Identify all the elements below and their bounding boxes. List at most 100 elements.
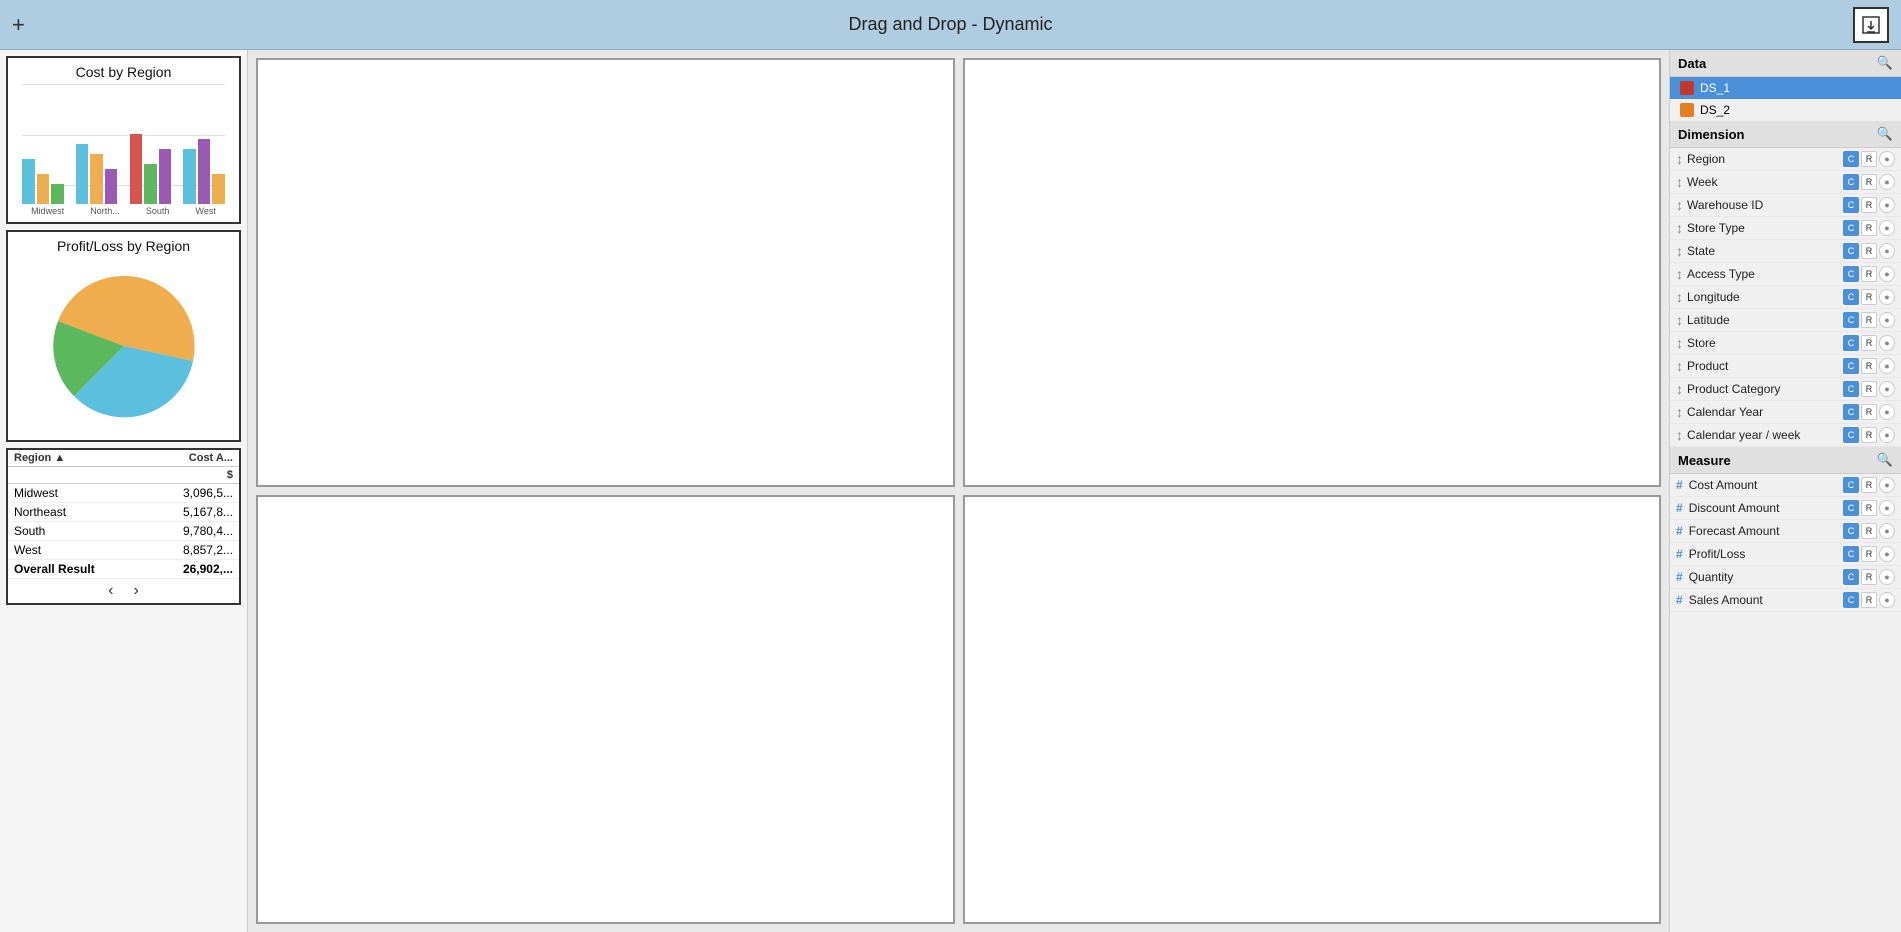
- dimension-buttons: CR●: [1843, 289, 1895, 305]
- options-button[interactable]: ●: [1879, 243, 1895, 259]
- add-button[interactable]: +: [12, 12, 25, 38]
- table-next-button[interactable]: ›: [134, 582, 139, 600]
- column-button[interactable]: C: [1843, 358, 1859, 374]
- datasource-item-ds_2[interactable]: DS_2: [1670, 99, 1901, 121]
- drag-handle-icon[interactable]: ↕: [1676, 151, 1683, 167]
- row-button[interactable]: R: [1861, 243, 1877, 259]
- measure-options-button[interactable]: ●: [1879, 477, 1895, 493]
- row-button[interactable]: R: [1861, 427, 1877, 443]
- drop-zone-4[interactable]: [963, 495, 1662, 924]
- column-button[interactable]: C: [1843, 289, 1859, 305]
- drag-handle-icon[interactable]: ↕: [1676, 404, 1683, 420]
- column-button[interactable]: C: [1843, 220, 1859, 236]
- options-button[interactable]: ●: [1879, 358, 1895, 374]
- measure-column-button[interactable]: C: [1843, 546, 1859, 562]
- dimension-item: ↕RegionCR●: [1670, 148, 1901, 171]
- row-button[interactable]: R: [1861, 289, 1877, 305]
- drag-handle-icon[interactable]: ↕: [1676, 220, 1683, 236]
- drop-zone-1[interactable]: [256, 58, 955, 487]
- options-button[interactable]: ●: [1879, 220, 1895, 236]
- options-button[interactable]: ●: [1879, 381, 1895, 397]
- drag-handle-icon[interactable]: ↕: [1676, 197, 1683, 213]
- drag-handle-icon[interactable]: ↕: [1676, 312, 1683, 328]
- options-button[interactable]: ●: [1879, 289, 1895, 305]
- row-button[interactable]: R: [1861, 381, 1877, 397]
- drop-zone-2[interactable]: [963, 58, 1662, 487]
- drag-handle-icon[interactable]: ↕: [1676, 289, 1683, 305]
- data-search-button[interactable]: 🔍: [1877, 55, 1893, 71]
- dimension-item: ↕Calendar YearCR●: [1670, 401, 1901, 424]
- measure-row-button[interactable]: R: [1861, 477, 1877, 493]
- column-button[interactable]: C: [1843, 427, 1859, 443]
- drag-handle-icon[interactable]: ↕: [1676, 381, 1683, 397]
- column-button[interactable]: C: [1843, 335, 1859, 351]
- drag-handle-icon[interactable]: ↕: [1676, 266, 1683, 282]
- options-button[interactable]: ●: [1879, 197, 1895, 213]
- column-button[interactable]: C: [1843, 243, 1859, 259]
- measure-options-button[interactable]: ●: [1879, 523, 1895, 539]
- measure-label: Profit/Loss: [1689, 547, 1839, 561]
- measure-item: #Sales AmountCR●: [1670, 589, 1901, 612]
- options-button[interactable]: ●: [1879, 151, 1895, 167]
- bar: [212, 174, 225, 204]
- measure-row-button[interactable]: R: [1861, 569, 1877, 585]
- options-button[interactable]: ●: [1879, 266, 1895, 282]
- measure-row-button[interactable]: R: [1861, 592, 1877, 608]
- row-button[interactable]: R: [1861, 174, 1877, 190]
- header: + Drag and Drop - Dynamic: [0, 0, 1901, 50]
- dimension-search-button[interactable]: 🔍: [1877, 126, 1893, 142]
- measure-buttons: CR●: [1843, 546, 1895, 562]
- measure-row-button[interactable]: R: [1861, 546, 1877, 562]
- column-button[interactable]: C: [1843, 404, 1859, 420]
- dimension-buttons: CR●: [1843, 266, 1895, 282]
- measure-options-button[interactable]: ●: [1879, 569, 1895, 585]
- row-button[interactable]: R: [1861, 358, 1877, 374]
- table-prev-button[interactable]: ‹: [108, 582, 113, 600]
- measure-column-button[interactable]: C: [1843, 569, 1859, 585]
- row-button[interactable]: R: [1861, 151, 1877, 167]
- dimension-label: Product Category: [1687, 382, 1839, 396]
- measure-column-button[interactable]: C: [1843, 592, 1859, 608]
- column-button[interactable]: C: [1843, 312, 1859, 328]
- measure-row-button[interactable]: R: [1861, 500, 1877, 516]
- drag-handle-icon[interactable]: ↕: [1676, 174, 1683, 190]
- drag-handle-icon[interactable]: ↕: [1676, 243, 1683, 259]
- drag-handle-icon[interactable]: ↕: [1676, 358, 1683, 374]
- options-button[interactable]: ●: [1879, 335, 1895, 351]
- datasource-item-ds_1[interactable]: DS_1: [1670, 77, 1901, 99]
- options-button[interactable]: ●: [1879, 174, 1895, 190]
- bar: [105, 169, 118, 204]
- measure-row-button[interactable]: R: [1861, 523, 1877, 539]
- column-button[interactable]: C: [1843, 174, 1859, 190]
- col-cost-header: Cost A...: [146, 450, 239, 467]
- col-region-header: Region ▲: [8, 450, 146, 467]
- column-button[interactable]: C: [1843, 266, 1859, 282]
- row-button[interactable]: R: [1861, 404, 1877, 420]
- column-button[interactable]: C: [1843, 381, 1859, 397]
- column-button[interactable]: C: [1843, 151, 1859, 167]
- dimension-section-label: Dimension: [1678, 127, 1744, 142]
- datasource-label: DS_1: [1700, 81, 1730, 95]
- drag-handle-icon[interactable]: ↕: [1676, 335, 1683, 351]
- options-button[interactable]: ●: [1879, 312, 1895, 328]
- measure-options-button[interactable]: ●: [1879, 592, 1895, 608]
- row-button[interactable]: R: [1861, 335, 1877, 351]
- drop-zone-3[interactable]: [256, 495, 955, 924]
- column-button[interactable]: C: [1843, 197, 1859, 213]
- measure-options-button[interactable]: ●: [1879, 500, 1895, 516]
- row-button[interactable]: R: [1861, 266, 1877, 282]
- measure-options-button[interactable]: ●: [1879, 546, 1895, 562]
- options-button[interactable]: ●: [1879, 427, 1895, 443]
- export-button[interactable]: [1853, 7, 1889, 43]
- dimension-buttons: CR●: [1843, 358, 1895, 374]
- row-button[interactable]: R: [1861, 220, 1877, 236]
- measure-column-button[interactable]: C: [1843, 500, 1859, 516]
- dimension-item: ↕Store TypeCR●: [1670, 217, 1901, 240]
- drag-handle-icon[interactable]: ↕: [1676, 427, 1683, 443]
- row-button[interactable]: R: [1861, 312, 1877, 328]
- options-button[interactable]: ●: [1879, 404, 1895, 420]
- measure-search-button[interactable]: 🔍: [1877, 452, 1893, 468]
- measure-column-button[interactable]: C: [1843, 523, 1859, 539]
- row-button[interactable]: R: [1861, 197, 1877, 213]
- measure-column-button[interactable]: C: [1843, 477, 1859, 493]
